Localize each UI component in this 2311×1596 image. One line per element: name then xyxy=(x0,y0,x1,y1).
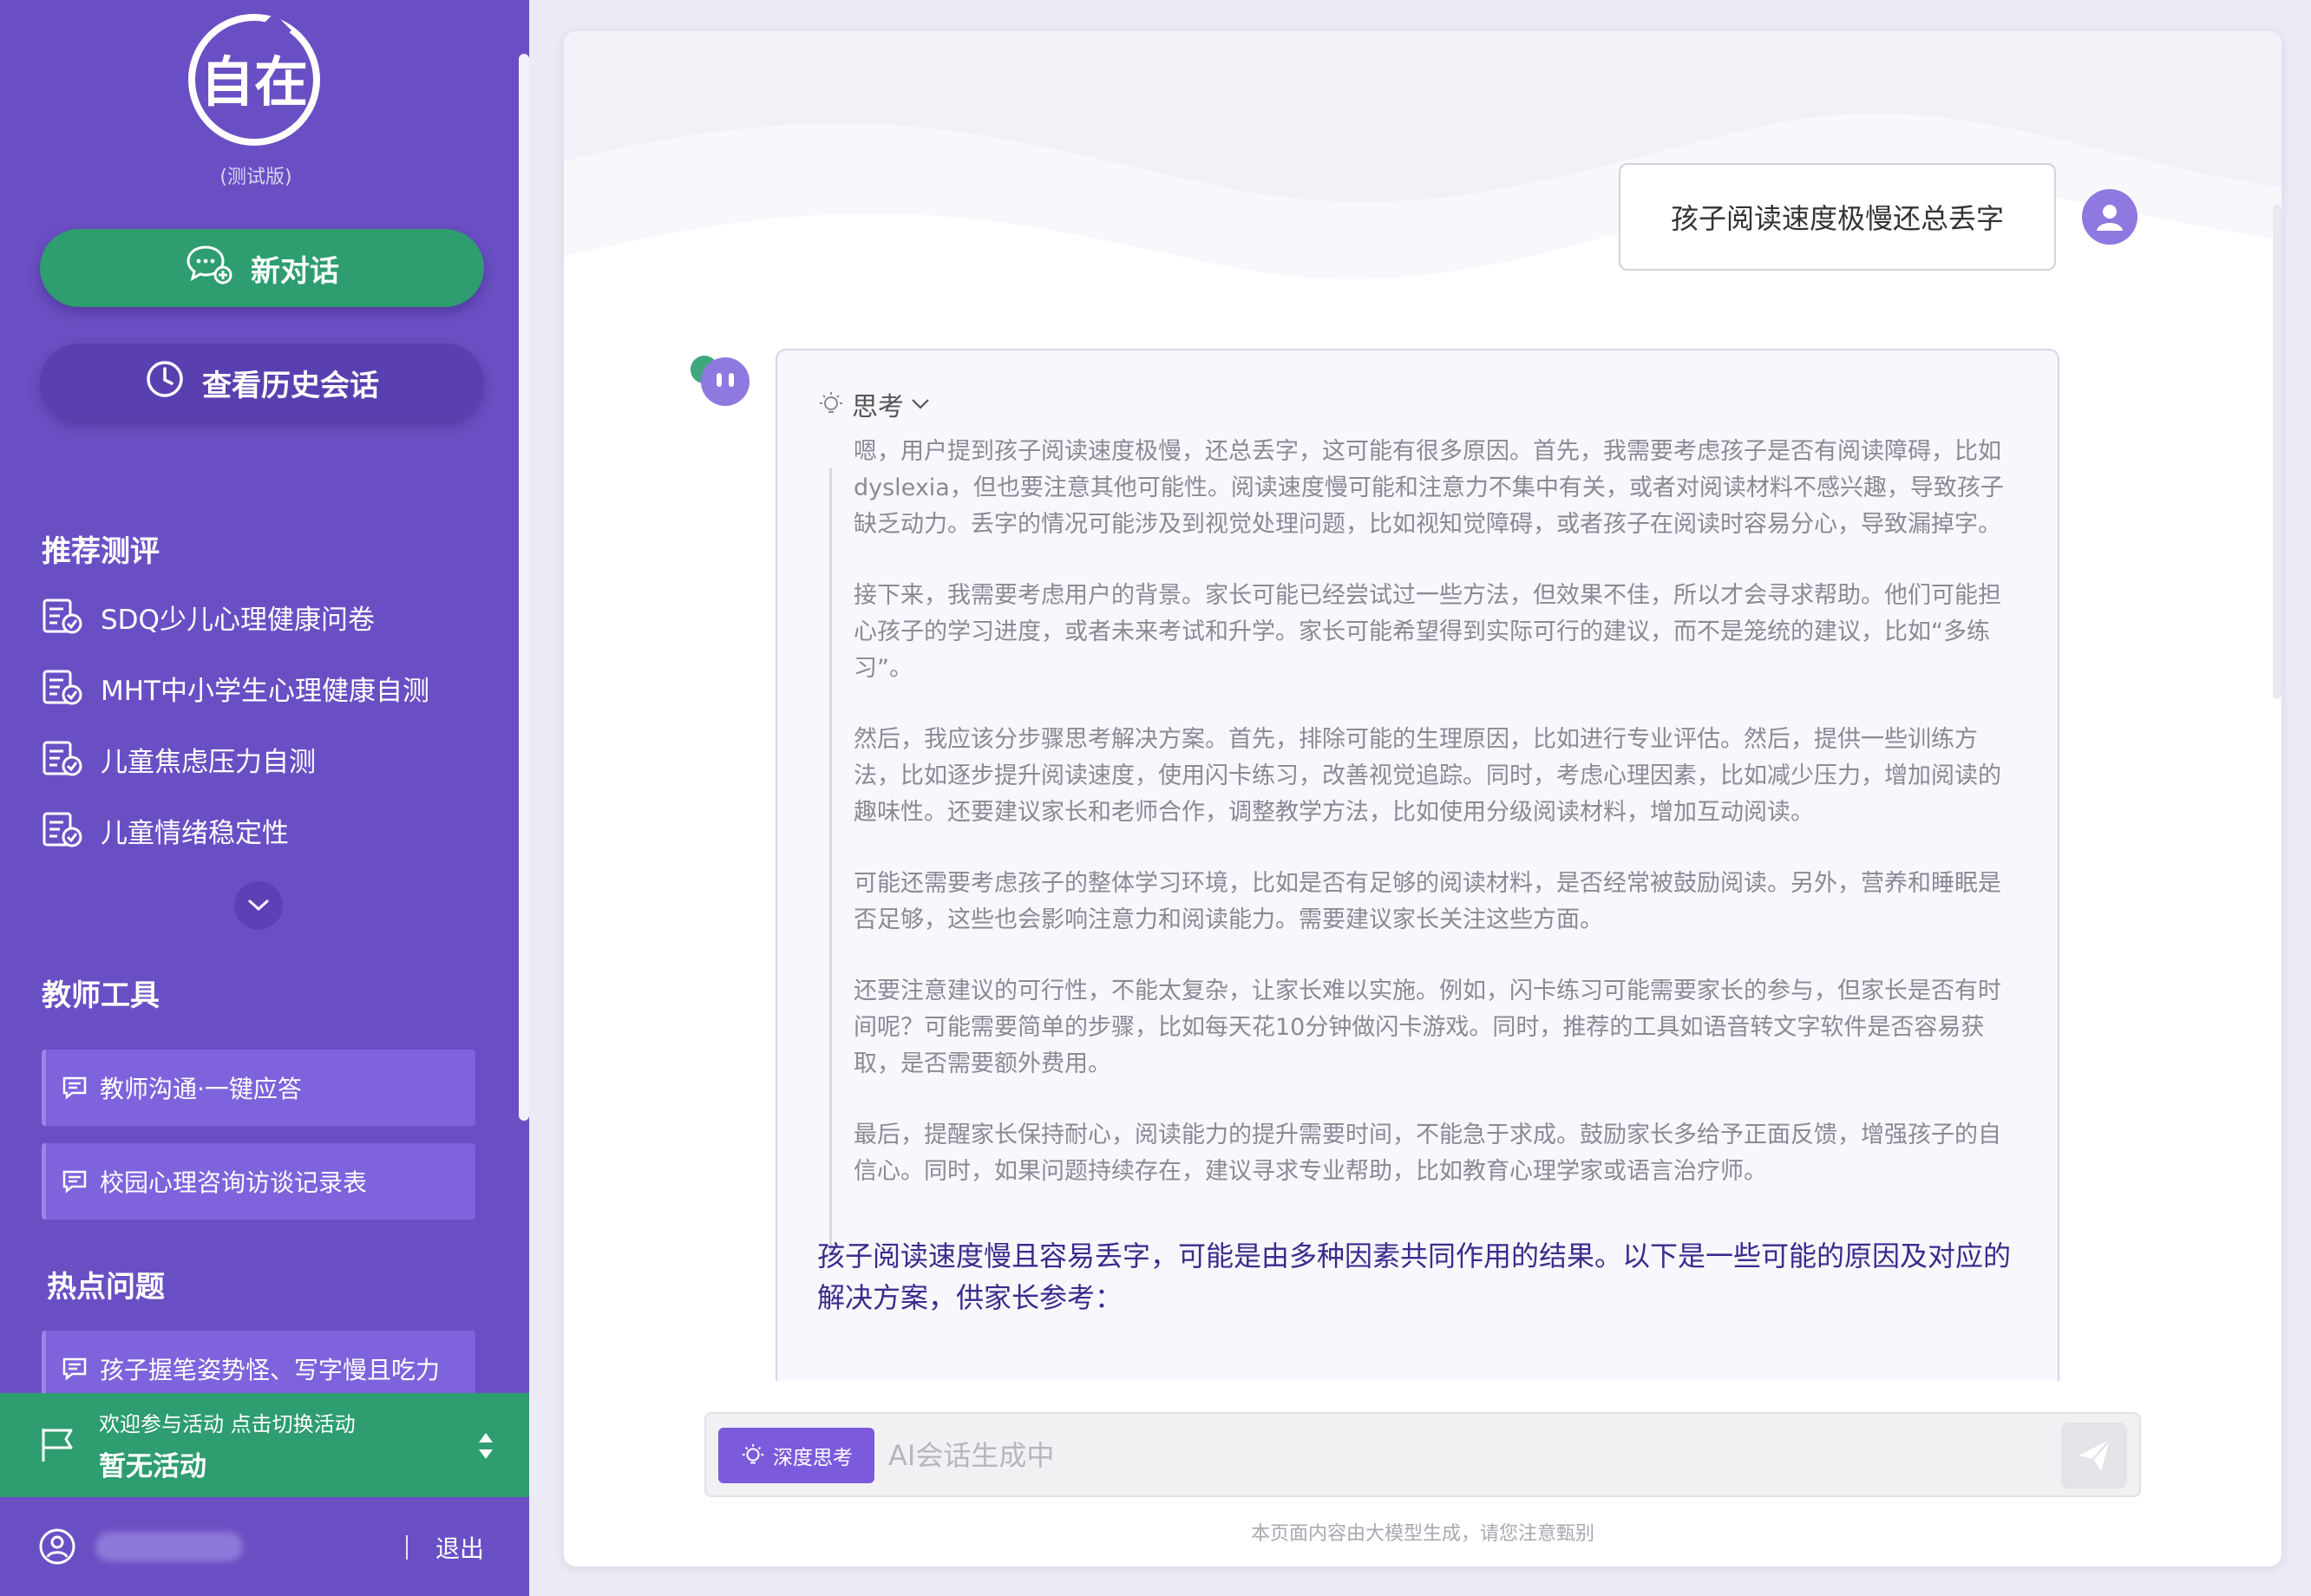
assessments-title: 推荐测评 xyxy=(42,534,160,569)
thinking-content: 嗯，用户提到孩子阅读速度极慢，还总丢字，这可能有很多原因。首先，我需要考虑孩子是… xyxy=(854,434,2016,1190)
tool-label: 校园心理咨询访谈记录表 xyxy=(100,1168,368,1197)
assessment-label: SDQ少儿心理健康问卷 xyxy=(101,604,375,636)
chevron-down-icon xyxy=(248,899,269,912)
assessment-item-anxiety[interactable]: 儿童焦虑压力自测 xyxy=(42,737,316,781)
assessment-label: MHT中小学生心理健康自测 xyxy=(101,675,429,707)
tools-title: 教师工具 xyxy=(42,978,160,1013)
send-button[interactable] xyxy=(2061,1423,2127,1488)
bot-icon xyxy=(691,356,750,406)
hot-item-label: 孩子握笔姿势怪、写字慢且吃力 xyxy=(100,1356,441,1384)
chat-add-icon xyxy=(185,244,233,293)
lightbulb-icon xyxy=(820,392,842,413)
assessment-item-sdq[interactable]: SDQ少儿心理健康问卷 xyxy=(42,595,375,638)
message-icon xyxy=(62,1170,87,1194)
app-logo: 自在 xyxy=(185,10,324,149)
chat-input[interactable] xyxy=(888,1429,2016,1482)
logo-text: 自在 xyxy=(200,50,308,114)
thinking-paragraph: 嗯，用户提到孩子阅读速度极慢，还总丢字，这可能有很多原因。首先，我需要考虑孩子是… xyxy=(854,438,2004,538)
thinking-paragraph: 可能还需要考虑孩子的整体学习环境，比如是否有足够的阅读材料，是否经常被鼓励阅读。… xyxy=(854,870,2001,933)
activity-status: 暂无活动 xyxy=(99,1451,206,1482)
deep-think-label: 深度思考 xyxy=(773,1447,853,1469)
deep-think-button[interactable]: 深度思考 xyxy=(718,1428,874,1483)
clipboard-check-icon xyxy=(43,741,82,776)
assistant-answer: 思考 嗯，用户提到孩子阅读速度极慢，还总丢字，这可能有很多原因。首先，我需要考虑… xyxy=(776,349,2059,1381)
clipboard-check-icon xyxy=(43,670,82,705)
clipboard-check-icon xyxy=(43,812,82,847)
thinking-toggle[interactable]: 思考 xyxy=(817,385,930,423)
expand-assessments-button[interactable] xyxy=(234,881,283,930)
message-icon xyxy=(62,1076,87,1100)
sidebar: 自在 (测试版) 新对话 查看历史会话 推荐测评 SDQ少儿心理健康问卷 MHT… xyxy=(0,0,529,1596)
tool-item-interview-record[interactable]: 校园心理咨询访谈记录表 xyxy=(42,1143,475,1220)
chevron-down-icon xyxy=(912,399,929,409)
user-row: 退出 xyxy=(0,1497,529,1596)
bot-avatar xyxy=(689,352,755,415)
history-button[interactable]: 查看历史会话 xyxy=(40,343,484,422)
assessment-item-emotion[interactable]: 儿童情绪稳定性 xyxy=(42,808,289,852)
activity-prompt: 欢迎参与活动 点击切换活动 xyxy=(99,1412,356,1436)
thinking-paragraph: 然后，我应该分步骤思考解决方案。首先，排除可能的生理原因，比如进行专业评估。然后… xyxy=(854,726,2001,826)
user-avatar xyxy=(2082,189,2138,245)
sort-toggle-icon xyxy=(479,1433,493,1459)
new-chat-button[interactable]: 新对话 xyxy=(40,229,484,307)
user-message-bubble: 孩子阅读速度极慢还总丢字 xyxy=(1619,163,2056,271)
thinking-paragraph: 还要注意建议的可行性，不能太复杂，让家长难以实施。例如，闪卡练习可能需要家长的参… xyxy=(854,978,2001,1077)
divider xyxy=(406,1535,408,1560)
thinking-label: 思考 xyxy=(852,392,904,422)
send-icon xyxy=(2079,1439,2111,1471)
assessment-label: 儿童情绪稳定性 xyxy=(101,817,289,849)
tool-item-teacher-reply[interactable]: 教师沟通·一键应答 xyxy=(42,1050,475,1126)
activity-switcher[interactable]: 欢迎参与活动 点击切换活动 暂无活动 xyxy=(0,1393,529,1497)
lightbulb-icon xyxy=(742,1443,764,1464)
chat-panel: 孩子阅读速度极慢还总丢字 思考 嗯，用户提到孩子阅读速度极慢，还总丢字，这可能有… xyxy=(564,31,2282,1567)
logout-button[interactable]: 退出 xyxy=(435,1530,484,1565)
ai-disclaimer: 本页面内容由大模型生成，请您注意甄别 xyxy=(1250,1523,1594,1545)
masked-username xyxy=(95,1532,243,1561)
sidebar-scrollbar[interactable] xyxy=(519,54,529,1121)
clipboard-check-icon xyxy=(43,598,82,634)
clock-icon xyxy=(145,359,185,407)
chat-scrollbar[interactable] xyxy=(2273,205,2282,699)
tool-label: 教师沟通·一键应答 xyxy=(100,1075,302,1103)
user-icon xyxy=(39,1528,75,1565)
flag-icon xyxy=(42,1429,73,1462)
assessment-label: 儿童焦虑压力自测 xyxy=(101,746,316,778)
person-icon xyxy=(2097,205,2123,231)
answer-intro: 孩子阅读速度慢且容易丢字，可能是由多种因素共同作用的结果。以下是一些可能的原因及… xyxy=(817,1240,2012,1314)
chat-input-bar: 深度思考 xyxy=(704,1412,2141,1497)
thinking-paragraph: 接下来，我需要考虑用户的背景。家长可能已经尝试过一些方法，但效果不佳，所以才会寻… xyxy=(854,582,2001,682)
hot-topics-title: 热点问题 xyxy=(47,1270,165,1305)
message-icon xyxy=(62,1357,87,1381)
history-label: 查看历史会话 xyxy=(202,368,379,403)
assessment-item-mht[interactable]: MHT中小学生心理健康自测 xyxy=(42,666,429,710)
thinking-paragraph: 最后，提醒家长保持耐心，阅读能力的提升需要时间，不能急于求成。鼓励家长多给予正面… xyxy=(854,1122,2001,1185)
thinking-quote-bar xyxy=(829,468,832,1256)
new-chat-label: 新对话 xyxy=(251,253,339,289)
logo-subtitle: (测试版) xyxy=(219,167,292,188)
